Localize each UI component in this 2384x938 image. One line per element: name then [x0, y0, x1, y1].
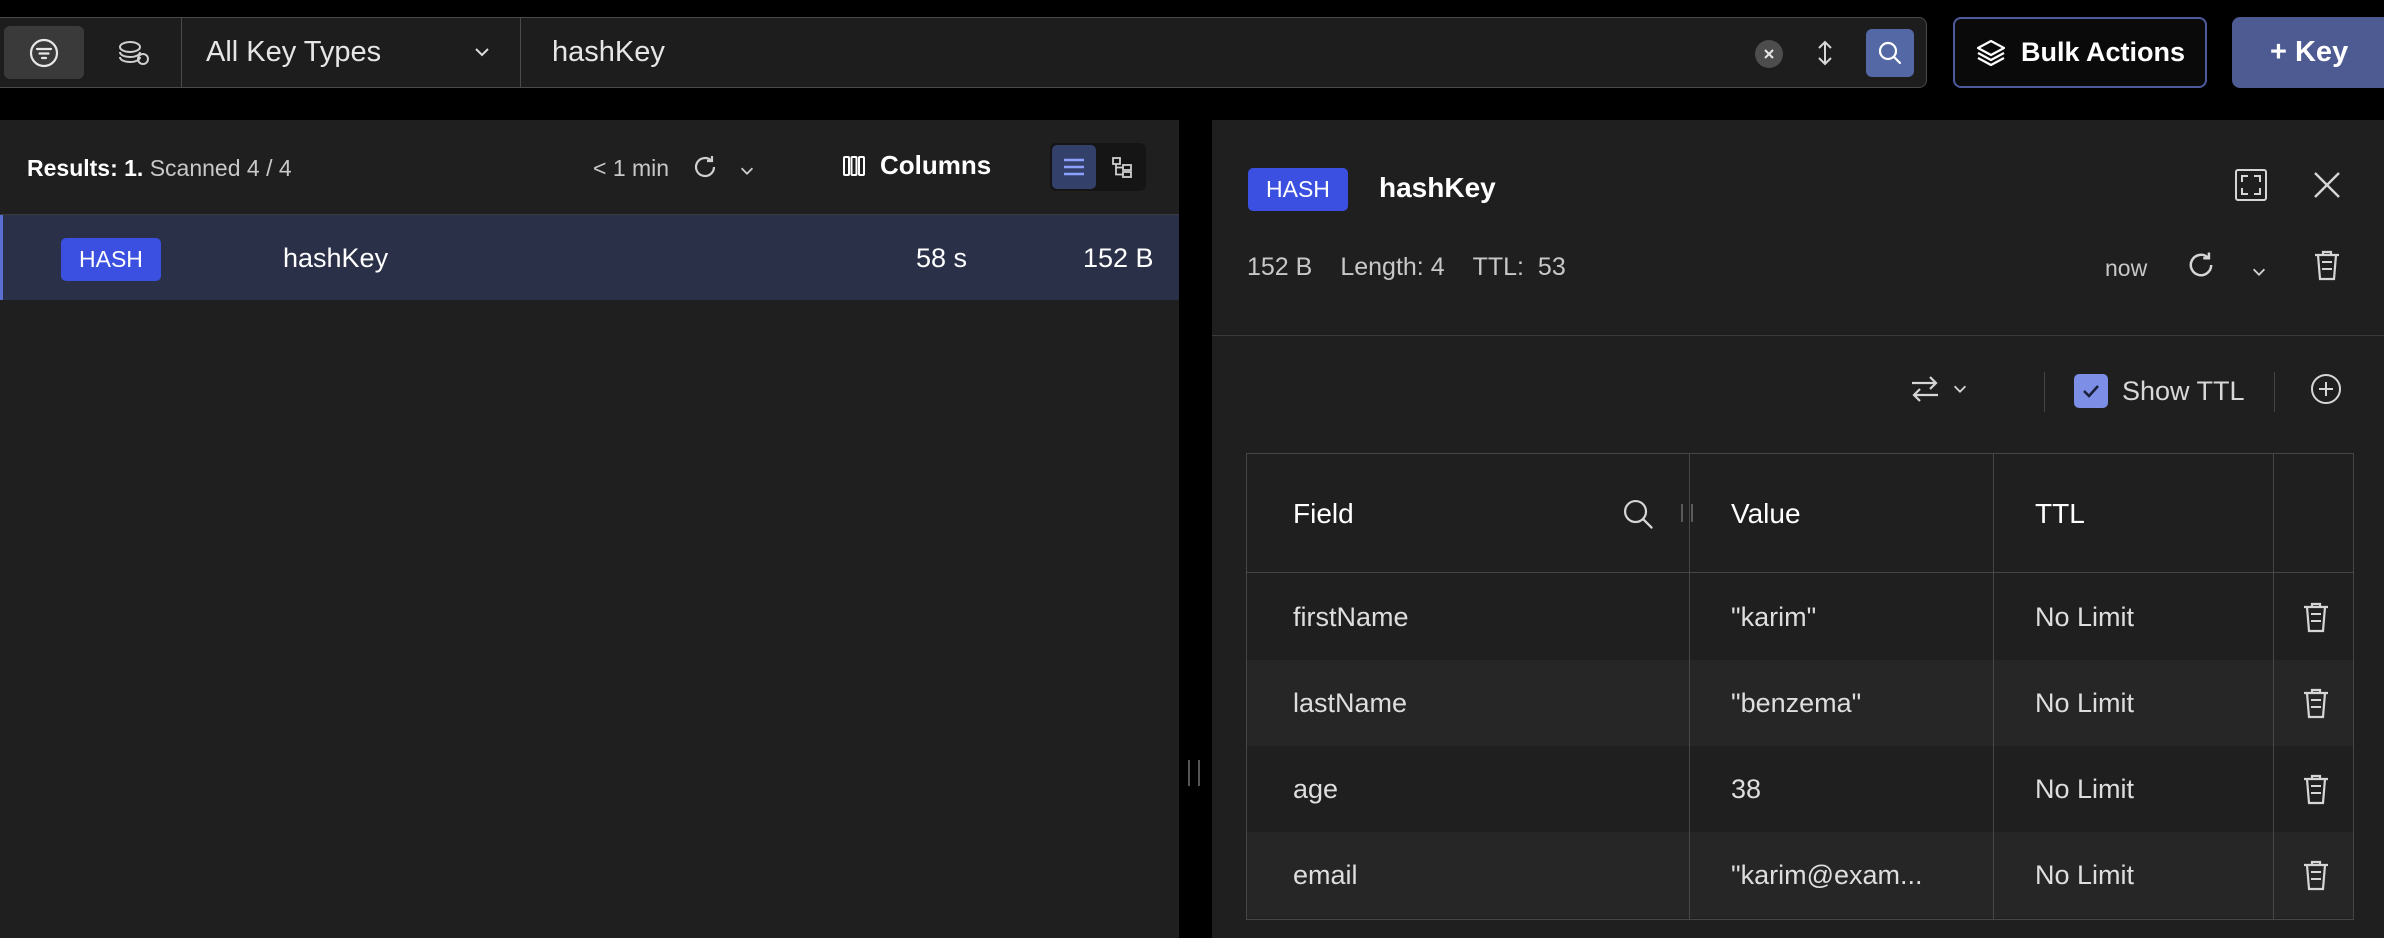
search-button[interactable]: [1866, 29, 1914, 77]
list-view-icon: [1062, 157, 1086, 177]
show-ttl-label: Show TTL: [2122, 375, 2245, 406]
divider: [1212, 335, 2384, 336]
stacks-icon: [116, 39, 150, 67]
columns-button[interactable]: Columns: [842, 150, 991, 181]
trash-icon[interactable]: [2301, 600, 2331, 634]
table-row[interactable]: lastName "benzema" No Limit: [1247, 660, 2353, 746]
key-metadata: 152 B Length: 4 TTL: 53: [1247, 253, 1566, 282]
check-icon: [2080, 380, 2102, 402]
field-cell: firstName: [1293, 601, 1409, 632]
ttl-cell[interactable]: No Limit: [2035, 574, 2134, 660]
field-cell: age: [1293, 773, 1339, 804]
sort-icon: [1814, 38, 1836, 68]
add-circle-icon[interactable]: [2309, 372, 2343, 406]
key-details-panel: HASH hashKey 152 B Length: 4 TTL: 53 now: [1212, 120, 2384, 938]
trash-icon[interactable]: [2301, 858, 2331, 892]
trash-icon[interactable]: [2312, 248, 2342, 282]
chevron-down-icon: [1951, 380, 1969, 398]
key-name-title[interactable]: hashKey: [1379, 172, 1496, 204]
view-mode-toggle: [1050, 143, 1146, 191]
key-size: 152 B: [1083, 243, 1154, 273]
auto-refresh-chevron-icon[interactable]: [2250, 263, 2268, 281]
panel-resize-handle[interactable]: [1188, 760, 1200, 786]
auto-refresh-chevron-icon[interactable]: [738, 162, 756, 180]
swap-icon: [1909, 374, 1941, 404]
key-type-select[interactable]: All Key Types: [182, 18, 520, 87]
results-summary: Results: 1. Scanned 4 / 4: [27, 155, 292, 182]
top-toolbar: All Key Types hashKey Bulk Actions + Key: [0, 0, 2384, 120]
column-divider: [1993, 454, 1994, 919]
header-ttl: TTL: [2035, 497, 2085, 529]
key-size: 152 B: [1247, 253, 1313, 281]
key-ttl: 58 s: [916, 243, 968, 273]
key-type-badge: HASH: [1248, 168, 1348, 211]
ttl-value[interactable]: 53: [1538, 253, 1566, 281]
show-ttl-toggle[interactable]: Show TTL: [2074, 374, 2245, 408]
results-count: Results: 1.: [27, 155, 144, 181]
field-cell: email: [1293, 859, 1358, 890]
search-icon[interactable]: [1622, 498, 1654, 530]
sort-button[interactable]: [1810, 36, 1840, 70]
value-cell[interactable]: 38: [1731, 746, 1761, 832]
close-icon[interactable]: [2312, 170, 2342, 200]
key-ttl: TTL: 53: [1473, 253, 1566, 282]
search-mode-button[interactable]: [96, 26, 170, 79]
divider: [2274, 372, 2275, 412]
column-divider: [2273, 454, 2274, 919]
divider: [2044, 372, 2045, 412]
column-divider: [1689, 454, 1690, 919]
key-type-value: All Key Types: [206, 36, 382, 68]
show-ttl-checkbox[interactable]: [2074, 374, 2108, 408]
last-refresh-time: now: [2105, 255, 2148, 281]
format-select[interactable]: [1909, 374, 1969, 404]
key-name: hashKey: [283, 243, 389, 273]
columns-icon: [842, 155, 866, 177]
add-key-button[interactable]: + Key: [2232, 17, 2384, 88]
trash-icon[interactable]: [2301, 686, 2331, 720]
last-refresh-time: < 1 min: [593, 155, 670, 181]
trash-icon[interactable]: [2301, 772, 2331, 806]
clear-icon: [1762, 47, 1776, 61]
table-row[interactable]: firstName "karim" No Limit: [1247, 574, 2353, 660]
tree-view-button[interactable]: [1100, 145, 1144, 189]
scanned-count: Scanned 4 / 4: [149, 155, 292, 181]
hash-fields-table: Field Value TTL firstName "karim" No Lim…: [1246, 453, 2354, 920]
value-cell[interactable]: "benzema": [1731, 660, 1861, 746]
list-view-button[interactable]: [1052, 145, 1096, 189]
clear-search-button[interactable]: [1755, 40, 1783, 68]
search-icon: [1877, 40, 1903, 66]
ttl-cell[interactable]: No Limit: [2035, 660, 2134, 746]
ttl-cell[interactable]: No Limit: [2035, 746, 2134, 832]
ttl-cell[interactable]: No Limit: [2035, 832, 2134, 918]
key-list-panel: Results: 1. Scanned 4 / 4 < 1 min Column…: [0, 120, 1179, 938]
divider: [520, 18, 521, 87]
key-type-badge: HASH: [61, 238, 161, 281]
refresh-icon[interactable]: [2184, 248, 2218, 282]
filter-mode-button[interactable]: [4, 26, 84, 79]
table-row[interactable]: age 38 No Limit: [1247, 746, 2353, 832]
search-input[interactable]: hashKey: [552, 18, 665, 87]
column-resize-handle[interactable]: [1681, 504, 1693, 522]
key-length: Length: 4: [1340, 253, 1445, 281]
table-row[interactable]: HASH hashKey 58 s 152 B: [0, 215, 1179, 300]
ttl-label: TTL:: [1472, 253, 1525, 281]
table-row[interactable]: email "karim@exam... No Limit: [1247, 832, 2353, 918]
filter-icon: [28, 37, 60, 69]
chevron-down-icon: [472, 42, 492, 62]
search-bar: All Key Types hashKey: [0, 17, 1927, 88]
header-value: Value: [1731, 497, 1801, 529]
tree-view-icon: [1110, 155, 1134, 179]
layers-icon: [1975, 37, 2007, 69]
table-header: Field Value TTL: [1247, 454, 2353, 573]
bulk-actions-button[interactable]: Bulk Actions: [1953, 17, 2207, 88]
refresh-icon[interactable]: [690, 152, 720, 182]
bulk-actions-label: Bulk Actions: [2020, 37, 2186, 67]
header-field[interactable]: Field: [1293, 454, 1354, 573]
fullscreen-icon[interactable]: [2234, 168, 2268, 202]
field-cell: lastName: [1293, 687, 1408, 718]
value-cell[interactable]: "karim@exam...: [1731, 832, 1923, 918]
value-cell[interactable]: "karim": [1731, 574, 1816, 660]
columns-label: Columns: [880, 150, 992, 180]
